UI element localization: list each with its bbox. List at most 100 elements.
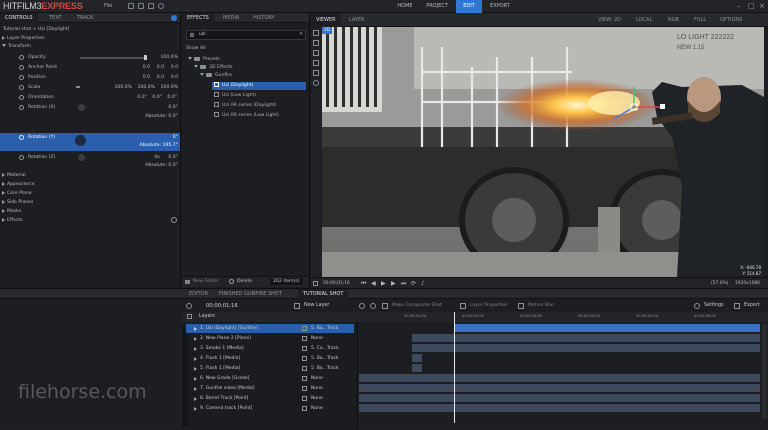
playhead[interactable] — [454, 312, 455, 423]
tree-3d-effects[interactable]: 3D Effects — [194, 64, 306, 72]
tab-export[interactable]: EXPORT — [484, 0, 516, 13]
parent-dropdown[interactable]: None — [311, 374, 323, 383]
loop-icon[interactable]: ⟳ — [411, 280, 416, 287]
quality-dropdown[interactable]: FULL — [689, 13, 711, 27]
visibility-icon[interactable] — [302, 396, 307, 401]
select-tool-icon[interactable] — [313, 30, 319, 36]
visibility-icon[interactable] — [302, 406, 307, 411]
track-clip[interactable] — [412, 334, 760, 342]
slider-handle[interactable] — [144, 55, 147, 60]
motion-blur-button[interactable]: Motion Blur — [528, 303, 554, 308]
link-icon[interactable] — [76, 86, 80, 88]
delete-button[interactable]: Delete — [237, 279, 252, 284]
tab-finished-gunfire-shot[interactable]: FINISHED GUNFIRE SHOT — [214, 289, 287, 299]
parent-dropdown[interactable]: None — [311, 394, 323, 403]
track-clip[interactable] — [359, 374, 760, 382]
save-icon[interactable] — [148, 3, 154, 9]
make-composite-button[interactable]: Make Composite Shot — [392, 303, 442, 308]
parent-dropdown[interactable]: 5. Ba...Track — [311, 364, 339, 373]
tab-home[interactable]: HOME — [391, 0, 419, 13]
prop-opacity[interactable]: Opacity 100.0% — [0, 53, 180, 62]
new-folder-button[interactable]: New Folder — [193, 279, 219, 284]
tab-track[interactable]: TRACK — [72, 13, 98, 23]
pen-tool-icon[interactable] — [313, 80, 319, 86]
parent-dropdown[interactable]: 5. Ba...Track — [311, 354, 339, 363]
visibility-icon[interactable] — [302, 326, 307, 331]
visibility-icon[interactable] — [302, 386, 307, 391]
tree-uzi-ar-daylight[interactable]: Uzi AR series (Daylight) — [212, 102, 306, 110]
help-icon[interactable] — [158, 3, 164, 9]
section-masks[interactable]: Masks — [2, 207, 182, 216]
tab-edit[interactable]: EDIT — [456, 0, 482, 13]
section-core-plane[interactable]: Core Plane — [2, 189, 182, 198]
tab-history[interactable]: HISTORY — [248, 13, 280, 23]
visibility-icon[interactable] — [302, 376, 307, 381]
pan-tool-icon[interactable] — [313, 40, 319, 46]
space-dropdown[interactable]: LOCAL — [631, 13, 657, 27]
panel-menu-icon[interactable] — [171, 15, 177, 21]
track-clip[interactable] — [455, 324, 760, 332]
tree-uzi-ar-low-light[interactable]: Uzi AR series (Low Light) — [212, 112, 306, 120]
step-forward-icon[interactable]: ▶ — [391, 280, 396, 287]
channel-dropdown[interactable]: RGB — [663, 13, 684, 27]
tab-project[interactable]: PROJECT — [421, 0, 453, 13]
tab-viewer[interactable]: VIEWER — [311, 13, 341, 27]
undo-icon[interactable] — [128, 3, 134, 9]
track-clip[interactable] — [359, 394, 760, 402]
tab-layer[interactable]: LAYER — [344, 13, 370, 27]
parent-dropdown[interactable]: None — [311, 384, 323, 393]
track-clip[interactable] — [412, 344, 760, 352]
prop-anchor-point[interactable]: Anchor Point 0.0 0.0 0.0 — [0, 63, 180, 72]
prop-scale[interactable]: Scale 100.0% 100.0% 100.0% — [0, 83, 180, 92]
prop-rotation-x[interactable]: Rotation (X) 0.0° Absolute: 0.0° — [0, 103, 180, 123]
tab-controls[interactable]: CONTROLS — [0, 13, 38, 23]
export-button[interactable]: Export — [744, 303, 760, 308]
volume-icon[interactable]: ♪ — [421, 280, 425, 287]
layer-row[interactable]: 6. New Grade [Grade] None — [186, 374, 354, 383]
tree-gunfire[interactable]: Gunfire — [200, 72, 306, 80]
tab-media[interactable]: MEDIA — [218, 13, 244, 23]
maximize-icon[interactable]: □ — [748, 2, 755, 10]
prop-rotation-y[interactable]: Rotation (Y) 0° Absolute: 195.7° — [0, 133, 180, 151]
snapshot-icon[interactable] — [313, 281, 318, 286]
opacity-slider[interactable] — [80, 57, 147, 59]
track-clip[interactable] — [412, 354, 422, 362]
parent-dropdown[interactable]: None — [311, 404, 323, 413]
redo-icon[interactable] — [138, 3, 144, 9]
zoom-level[interactable]: (57.0%) — [711, 281, 728, 286]
parent-dropdown[interactable]: 5. Ba...Track — [311, 324, 339, 333]
timeline-scrollbar[interactable] — [762, 324, 767, 419]
parent-dropdown[interactable]: 5. Ca...Track — [311, 344, 339, 353]
visibility-icon[interactable] — [302, 336, 307, 341]
section-side-planes[interactable]: Side Planes — [2, 198, 182, 207]
viewer-canvas[interactable]: LO LIGHT 222222 NEW 1.15 2D X: -846.78 Y… — [322, 27, 764, 277]
rotation-dial[interactable] — [78, 104, 85, 111]
timeline-menu-icon[interactable] — [186, 303, 192, 309]
show-all-toggle[interactable]: Show All — [186, 45, 206, 53]
layer-row[interactable]: 3. Smoke 1 [Media] 5. Ca...Track — [186, 344, 354, 353]
prop-rotation-z[interactable]: Rotation (Z) 0x 0.0° Absolute: 0.0° — [0, 153, 180, 171]
layer-properties-button[interactable]: Layer Properties — [470, 303, 507, 308]
new-layer-button[interactable]: New Layer — [304, 303, 329, 308]
section-transform[interactable]: Transform — [2, 42, 182, 51]
rotation-dial[interactable] — [78, 154, 85, 161]
section-effects[interactable]: Effects — [2, 216, 182, 225]
close-icon[interactable]: × — [759, 2, 765, 10]
visibility-icon[interactable] — [302, 346, 307, 351]
clear-search-icon[interactable]: × — [299, 31, 303, 37]
tab-text[interactable]: TEXT — [44, 13, 67, 23]
magnet-icon[interactable] — [370, 303, 376, 309]
visibility-icon[interactable] — [302, 356, 307, 361]
snap-icon[interactable] — [359, 303, 365, 309]
zoom-tool-icon[interactable] — [313, 50, 319, 56]
parent-dropdown[interactable]: None — [311, 334, 323, 343]
rotation-dial[interactable] — [75, 135, 86, 146]
options-dropdown[interactable]: OPTIONS — [715, 13, 747, 27]
prop-orientation[interactable]: Orientation 0.0° 0.0° 0.0° — [0, 93, 180, 102]
tab-tutorial-shot[interactable]: TUTORIAL SHOT — [298, 289, 349, 299]
add-effect-icon[interactable] — [171, 217, 177, 223]
layer-row[interactable]: 7. Gunfire video [Media] None — [186, 384, 354, 393]
step-back-icon[interactable]: ◀ — [371, 280, 376, 287]
layer-row[interactable]: 8. Barrel Track [Point] None — [186, 394, 354, 403]
layer-row[interactable]: 4. Flash 1 [Media] 5. Ba...Track — [186, 354, 354, 363]
